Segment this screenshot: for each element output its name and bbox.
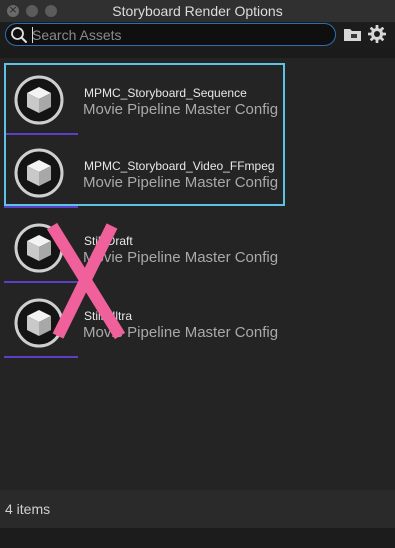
status-bar: 4 items: [0, 490, 395, 528]
static-mesh-icon: [14, 148, 64, 198]
asset-name: MPMC_Storyboard_Sequence: [84, 86, 247, 100]
bottom-strip: [0, 528, 395, 548]
asset-type: Movie Pipeline Master Config: [83, 249, 279, 266]
asset-type: Movie Pipeline Master Config: [83, 174, 279, 191]
gear-icon[interactable]: [367, 24, 387, 44]
asset-item[interactable]: Still Draft Movie Pipeline Master Config: [4, 214, 284, 286]
asset-type-underline: [4, 206, 78, 208]
text-cursor: [32, 27, 33, 43]
asset-item[interactable]: Still Ultra Movie Pipeline Master Config: [4, 289, 284, 361]
static-mesh-icon: [14, 75, 64, 125]
asset-name: Still Ultra: [84, 309, 133, 323]
title-bar: × Storyboard Render Options: [0, 0, 395, 22]
item-count: 4 items: [5, 501, 51, 517]
asset-type-underline: [4, 281, 78, 283]
asset-name: Still Draft: [84, 234, 133, 248]
static-mesh-icon: [14, 298, 64, 348]
static-mesh-icon: [14, 223, 64, 273]
asset-type-underline: [4, 356, 78, 358]
search-icon: [11, 27, 27, 43]
asset-list: MPMC_Storyboard_Sequence Movie Pipeline …: [0, 58, 395, 490]
window-title: Storyboard Render Options: [112, 3, 283, 19]
asset-type: Movie Pipeline Master Config: [83, 101, 279, 118]
asset-name: MPMC_Storyboard_Video_FFmpeg: [84, 159, 275, 173]
asset-type-underline: [4, 133, 78, 135]
folder-icon[interactable]: [343, 26, 362, 43]
asset-item[interactable]: MPMC_Storyboard_Sequence Movie Pipeline …: [4, 66, 284, 138]
search-box[interactable]: [5, 23, 336, 46]
asset-item[interactable]: MPMC_Storyboard_Video_FFmpeg Movie Pipel…: [4, 139, 284, 211]
search-input[interactable]: [32, 25, 322, 44]
toolbar: [0, 22, 395, 48]
asset-type: Movie Pipeline Master Config: [83, 324, 279, 341]
